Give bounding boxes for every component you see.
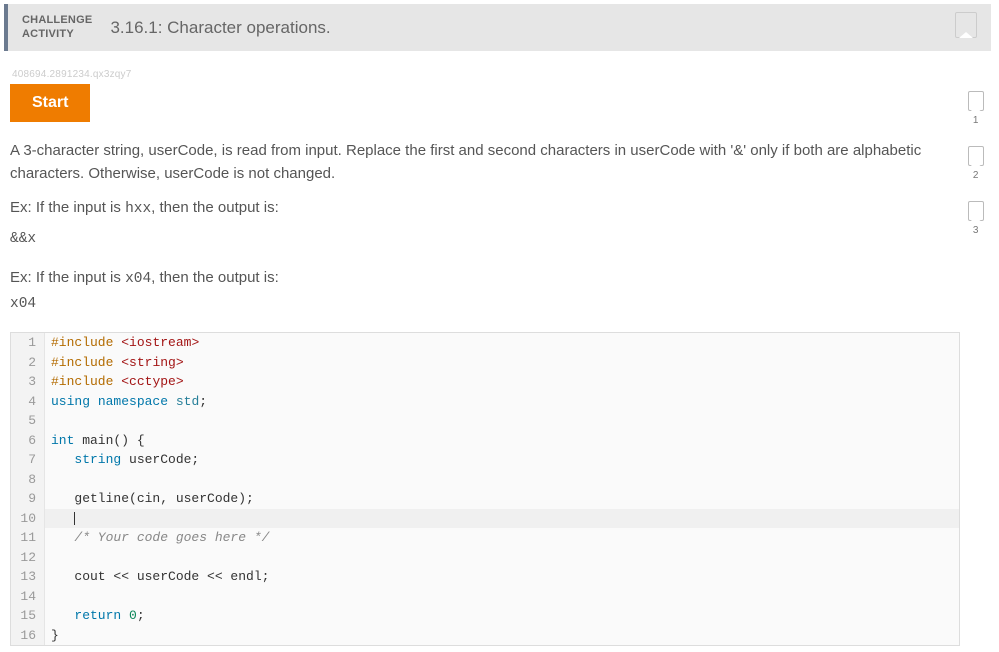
- code-text[interactable]: }: [45, 626, 59, 646]
- example-2-input: x04: [125, 271, 151, 287]
- step-number: 3: [973, 225, 979, 236]
- code-line[interactable]: 1#include <iostream>: [11, 333, 959, 353]
- line-number: 2: [11, 353, 45, 373]
- code-text[interactable]: [45, 470, 51, 490]
- line-number: 12: [11, 548, 45, 568]
- code-line[interactable]: 6int main() {: [11, 431, 959, 451]
- example-1-lead-text: Ex: If the input is: [10, 199, 125, 216]
- code-text[interactable]: /* Your code goes here */: [45, 528, 269, 548]
- code-text[interactable]: return 0;: [45, 606, 145, 626]
- step-1[interactable]: 1: [968, 91, 984, 126]
- code-text[interactable]: getline(cin, userCode);: [45, 489, 254, 509]
- code-line[interactable]: 13 cout << userCode << endl;: [11, 567, 959, 587]
- code-text[interactable]: [45, 587, 51, 607]
- code-line[interactable]: 9 getline(cin, userCode);: [11, 489, 959, 509]
- line-number: 4: [11, 392, 45, 412]
- code-line[interactable]: 15 return 0;: [11, 606, 959, 626]
- example-2-output: x04: [10, 294, 960, 316]
- line-number: 6: [11, 431, 45, 451]
- bookmark-icon: [955, 12, 977, 38]
- bookmark-icon: [968, 91, 984, 111]
- step-3[interactable]: 3: [968, 201, 984, 236]
- code-editor[interactable]: 1#include <iostream>2#include <string>3#…: [10, 332, 960, 646]
- code-line[interactable]: 12: [11, 548, 959, 568]
- code-text[interactable]: [45, 548, 51, 568]
- code-line[interactable]: 4using namespace std;: [11, 392, 959, 412]
- code-text[interactable]: #include <cctype>: [45, 372, 184, 392]
- code-text[interactable]: [45, 509, 75, 529]
- challenge-title: 3.16.1: Character operations.: [110, 18, 330, 38]
- code-line[interactable]: 11 /* Your code goes here */: [11, 528, 959, 548]
- line-number: 5: [11, 411, 45, 431]
- example-1-lead: Ex: If the input is hxx, then the output…: [10, 197, 960, 221]
- tracker-id: 408694.2891234.qx3zqy7: [12, 69, 960, 80]
- main-content: 408694.2891234.qx3zqy7 Start A 3-charact…: [10, 61, 960, 646]
- code-text[interactable]: [45, 411, 51, 431]
- example-2-lead-text: Ex: If the input is: [10, 269, 125, 286]
- line-number: 13: [11, 567, 45, 587]
- step-2[interactable]: 2: [968, 146, 984, 181]
- line-number: 11: [11, 528, 45, 548]
- code-line[interactable]: 14: [11, 587, 959, 607]
- example-1-output: &&x: [10, 229, 960, 251]
- code-text[interactable]: #include <string>: [45, 353, 184, 373]
- code-line[interactable]: 16}: [11, 626, 959, 646]
- code-line[interactable]: 8: [11, 470, 959, 490]
- line-number: 14: [11, 587, 45, 607]
- challenge-label-line2: ACTIVITY: [22, 28, 92, 42]
- challenge-label-line1: CHALLENGE: [22, 14, 92, 28]
- code-text[interactable]: using namespace std;: [45, 392, 207, 412]
- challenge-label: CHALLENGE ACTIVITY: [22, 14, 92, 42]
- example-2-tail: , then the output is:: [151, 269, 279, 286]
- code-line[interactable]: 3#include <cctype>: [11, 372, 959, 392]
- prompt-paragraph: A 3-character string, userCode, is read …: [10, 140, 960, 185]
- step-number: 1: [973, 115, 979, 126]
- header-bookmark[interactable]: [955, 12, 977, 43]
- code-line[interactable]: 5: [11, 411, 959, 431]
- line-number: 7: [11, 450, 45, 470]
- bookmark-icon: [968, 201, 984, 221]
- line-number: 15: [11, 606, 45, 626]
- progress-sidebar: 1 2 3: [960, 61, 991, 646]
- code-text[interactable]: cout << userCode << endl;: [45, 567, 269, 587]
- bookmark-icon: [968, 146, 984, 166]
- example-2-lead: Ex: If the input is x04, then the output…: [10, 267, 960, 291]
- code-text[interactable]: string userCode;: [45, 450, 199, 470]
- challenge-header: CHALLENGE ACTIVITY 3.16.1: Character ope…: [4, 4, 991, 51]
- code-line[interactable]: 2#include <string>: [11, 353, 959, 373]
- line-number: 8: [11, 470, 45, 490]
- step-number: 2: [973, 170, 979, 181]
- example-1-tail: , then the output is:: [151, 199, 279, 216]
- code-text[interactable]: int main() {: [45, 431, 145, 451]
- start-button[interactable]: Start: [10, 84, 90, 122]
- example-1-input: hxx: [125, 201, 151, 217]
- line-number: 1: [11, 333, 45, 353]
- line-number: 10: [11, 509, 45, 529]
- line-number: 3: [11, 372, 45, 392]
- line-number: 9: [11, 489, 45, 509]
- code-line[interactable]: 7 string userCode;: [11, 450, 959, 470]
- code-text[interactable]: #include <iostream>: [45, 333, 199, 353]
- line-number: 16: [11, 626, 45, 646]
- code-line[interactable]: 10: [11, 509, 959, 529]
